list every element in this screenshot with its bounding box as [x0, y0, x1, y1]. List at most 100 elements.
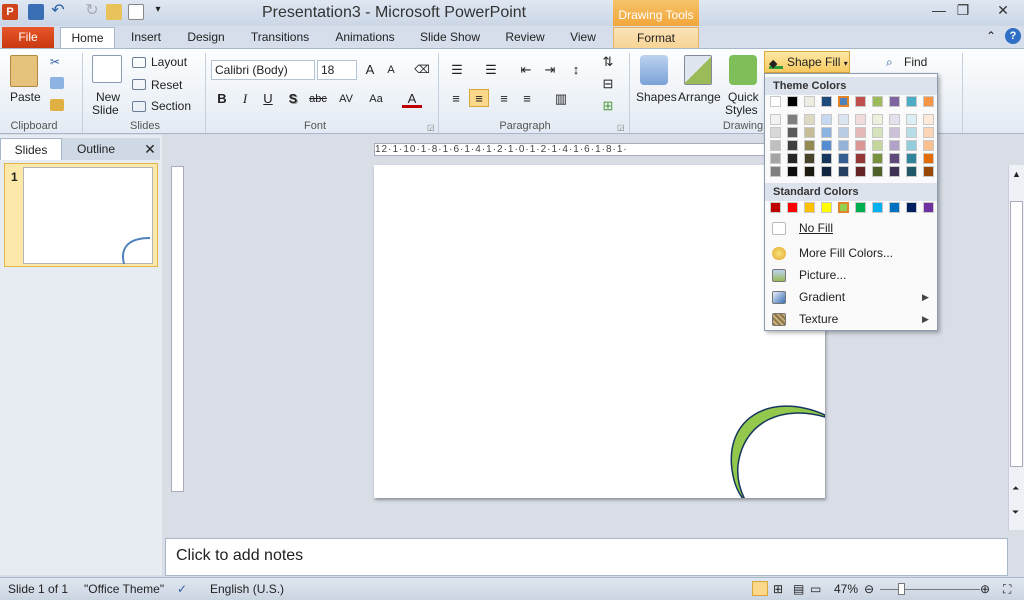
theme-color-swatch[interactable]: [923, 96, 934, 107]
font-name-combo[interactable]: Calibri (Body): [211, 60, 315, 80]
customize-qat-icon[interactable]: ▾: [150, 4, 166, 20]
vertical-scrollbar[interactable]: ▲ ⏶ ⏷: [1008, 165, 1024, 530]
zoom-slider[interactable]: [880, 589, 980, 590]
zoom-out-icon[interactable]: ⊖: [864, 582, 874, 596]
theme-color-swatch[interactable]: [838, 96, 849, 107]
slide-thumbnail-item[interactable]: 1: [4, 163, 158, 267]
strikethrough-button[interactable]: abc: [306, 90, 330, 108]
normal-view-icon[interactable]: [752, 581, 768, 596]
theme-shade-swatch[interactable]: [906, 114, 917, 125]
spelling-icon[interactable]: ✓: [177, 582, 187, 596]
standard-color-swatch[interactable]: [787, 202, 798, 213]
theme-shade-swatch[interactable]: [923, 114, 934, 125]
zoom-level[interactable]: 47%: [834, 582, 858, 596]
theme-shade-swatch[interactable]: [872, 153, 883, 164]
theme-shade-swatch[interactable]: [889, 166, 900, 177]
decrease-indent-icon[interactable]: ⇤: [516, 61, 536, 79]
theme-shade-swatch[interactable]: [889, 153, 900, 164]
cut-icon[interactable]: ✂: [50, 55, 64, 69]
theme-shade-swatch[interactable]: [906, 140, 917, 151]
tab-view[interactable]: View: [564, 27, 602, 48]
theme-shade-swatch[interactable]: [838, 114, 849, 125]
theme-shade-swatch[interactable]: [770, 140, 781, 151]
theme-color-swatch[interactable]: [855, 96, 866, 107]
arc-shape[interactable]: [374, 165, 825, 498]
align-center-icon[interactable]: ≡: [469, 89, 489, 107]
theme-shade-swatch[interactable]: [838, 153, 849, 164]
no-fill-item[interactable]: No Fill: [765, 218, 937, 239]
align-text-icon[interactable]: ⊟: [598, 75, 618, 93]
theme-color-swatch[interactable]: [804, 96, 815, 107]
theme-shade-swatch[interactable]: [923, 153, 934, 164]
theme-shade-swatch[interactable]: [855, 140, 866, 151]
theme-shade-swatch[interactable]: [821, 127, 832, 138]
theme-shade-swatch[interactable]: [838, 127, 849, 138]
grow-font-icon[interactable]: A: [360, 61, 380, 79]
shadow-button[interactable]: S: [283, 90, 303, 108]
zoom-in-icon[interactable]: ⊕: [980, 582, 990, 596]
find-button[interactable]: Find: [904, 55, 927, 69]
notes-pane[interactable]: Click to add notes: [165, 538, 1008, 576]
theme-shade-swatch[interactable]: [889, 140, 900, 151]
language-indicator[interactable]: English (U.S.): [210, 582, 284, 596]
tab-review[interactable]: Review: [500, 27, 550, 48]
theme-shade-swatch[interactable]: [906, 166, 917, 177]
new-file-icon[interactable]: [128, 4, 144, 20]
zoom-slider-handle[interactable]: [898, 583, 905, 595]
theme-shade-swatch[interactable]: [787, 153, 798, 164]
quick-styles-label-1[interactable]: Quick: [728, 90, 759, 104]
maximize-button[interactable]: ❐: [948, 2, 978, 20]
font-size-combo[interactable]: 18: [317, 60, 357, 80]
theme-shade-swatch[interactable]: [872, 127, 883, 138]
theme-shade-swatch[interactable]: [872, 114, 883, 125]
standard-color-swatch[interactable]: [889, 202, 900, 213]
bold-button[interactable]: B: [212, 90, 232, 108]
fit-to-window-icon[interactable]: ⛶: [1003, 582, 1011, 597]
reset-icon[interactable]: [132, 79, 146, 90]
theme-shade-swatch[interactable]: [804, 153, 815, 164]
text-direction-icon[interactable]: ⇅: [598, 53, 618, 71]
open-icon[interactable]: [106, 4, 122, 20]
theme-shade-swatch[interactable]: [872, 166, 883, 177]
theme-color-swatch[interactable]: [889, 96, 900, 107]
theme-shade-swatch[interactable]: [838, 140, 849, 151]
theme-shade-swatch[interactable]: [923, 166, 934, 177]
scroll-up-icon[interactable]: ▲: [1012, 169, 1021, 179]
line-spacing-icon[interactable]: ↕: [566, 61, 586, 79]
redo-icon[interactable]: ↻: [84, 3, 100, 20]
more-fill-colors-item[interactable]: More Fill Colors...: [765, 243, 937, 264]
theme-shade-swatch[interactable]: [923, 127, 934, 138]
underline-button[interactable]: U: [258, 90, 278, 108]
theme-shade-swatch[interactable]: [804, 114, 815, 125]
slide-canvas[interactable]: [374, 165, 825, 498]
theme-shade-swatch[interactable]: [821, 140, 832, 151]
theme-shade-swatch[interactable]: [804, 166, 815, 177]
quick-styles-label-2[interactable]: Styles: [725, 103, 758, 117]
theme-color-swatch[interactable]: [821, 96, 832, 107]
theme-shade-swatch[interactable]: [787, 166, 798, 177]
theme-shade-swatch[interactable]: [821, 114, 832, 125]
new-slide-label-1[interactable]: New: [96, 90, 120, 104]
clear-format-icon[interactable]: ⌫: [412, 61, 432, 79]
tab-file[interactable]: File: [2, 27, 54, 48]
tab-animations[interactable]: Animations: [330, 27, 400, 48]
paste-icon[interactable]: [10, 55, 38, 87]
standard-color-swatch[interactable]: [855, 202, 866, 213]
close-button[interactable]: ✕: [988, 2, 1018, 20]
theme-shade-swatch[interactable]: [855, 127, 866, 138]
texture-item[interactable]: Texture ▶: [765, 309, 937, 330]
change-case-button[interactable]: Aa: [364, 90, 388, 108]
theme-shade-swatch[interactable]: [855, 114, 866, 125]
layout-button[interactable]: Layout: [151, 55, 187, 69]
theme-shade-swatch[interactable]: [855, 166, 866, 177]
character-spacing-button[interactable]: AV: [334, 90, 358, 108]
arrange-icon[interactable]: [684, 55, 712, 85]
shapes-button[interactable]: Shapes: [636, 90, 677, 104]
theme-shade-swatch[interactable]: [770, 153, 781, 164]
numbering-icon[interactable]: ☰: [481, 61, 501, 79]
slideshow-view-icon[interactable]: ▭: [810, 582, 821, 596]
tab-outline[interactable]: Outline: [62, 138, 130, 160]
section-button[interactable]: Section: [151, 99, 191, 113]
theme-shade-swatch[interactable]: [787, 127, 798, 138]
standard-color-swatch[interactable]: [770, 202, 781, 213]
